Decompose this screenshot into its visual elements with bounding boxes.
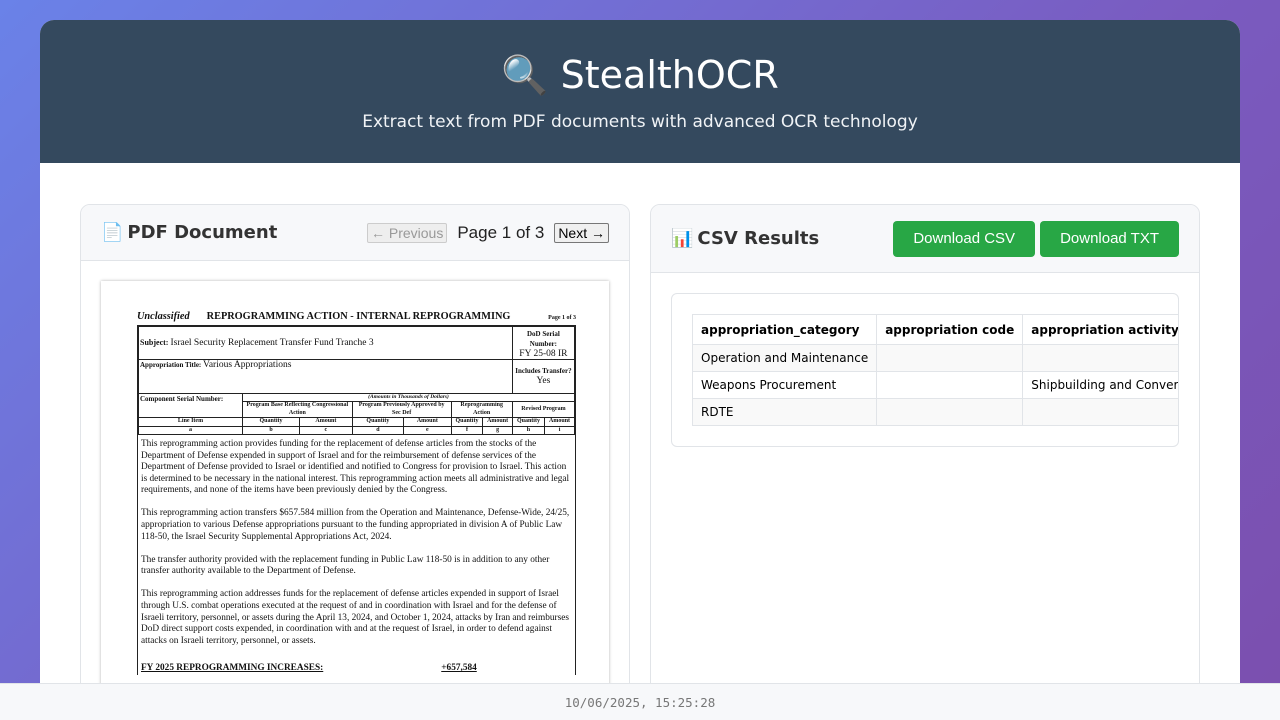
group-header: Program Base Reflecting Congressional Ac…: [242, 401, 353, 418]
column-header: appropriation activity: [1022, 314, 1178, 345]
column-header: appropriation_category: [691, 314, 878, 345]
table-cell: Operation and Maintenance: [691, 344, 878, 372]
column-letter: b: [241, 425, 301, 435]
doc-body: This reprogramming action provides fundi…: [138, 435, 575, 675]
amounts-note: (Amounts in Thousands of Dollars): [242, 392, 575, 402]
group-header: Revised Program: [511, 401, 576, 418]
doc-paragraph: The transfer authority provided with the…: [141, 554, 550, 577]
doc-paragraph: This reprogramming action addresses fund…: [141, 589, 569, 646]
table-cell: [876, 344, 1024, 372]
approp-value: Various Appropriations: [203, 359, 292, 370]
pdf-panel: 📄 PDF Document ← Previous Page 1 of 3 Nex…: [80, 204, 630, 720]
pdf-panel-title: PDF Document: [127, 222, 278, 243]
transfer-value: Yes: [536, 376, 551, 386]
subject-value: Israel Security Replacement Transfer Fun…: [170, 337, 374, 348]
table-cell: Weapons Procurement: [691, 371, 878, 399]
csv-panel: 📊 CSV Results Download CSV Download TXT a…: [650, 204, 1200, 720]
table-cell: [1022, 344, 1178, 372]
quantity-header: Quantity: [241, 417, 301, 427]
pdf-panel-header: 📄 PDF Document ← Previous Page 1 of 3 Nex…: [81, 205, 629, 261]
pdf-page: Unclassified REPROGRAMMING ACTION - INTER…: [101, 281, 609, 701]
table-row: Weapons Procurement Shipbuilding and Conv…: [691, 371, 1178, 399]
amount-header: Amount: [299, 417, 353, 427]
csv-panel-title: CSV Results: [697, 228, 820, 249]
table-cell: [1022, 398, 1178, 426]
doc-paragraph: This reprogramming action provides fundi…: [141, 439, 570, 496]
pdf-viewer[interactable]: Unclassified REPROGRAMMING ACTION - INTER…: [81, 261, 629, 720]
doc-title: REPROGRAMMING ACTION - INTERNAL REPROGRA…: [206, 311, 511, 322]
quantity-header: Quantity: [351, 417, 405, 427]
increases-value: +657,584: [441, 663, 477, 674]
csv-table-container[interactable]: appropriation_category appropriation code…: [671, 293, 1179, 447]
column-letter: f: [450, 425, 484, 435]
app-header: 🔍 StealthOCR Extract text from PDF docum…: [40, 20, 1240, 163]
doc-header-table: Subject: Israel Security Replacement Tra…: [138, 325, 576, 436]
group-header: Program Previously Approved by Sec Def: [351, 401, 452, 418]
doc-form: Subject: Israel Security Replacement Tra…: [137, 324, 576, 675]
subject-label: Subject:: [140, 337, 169, 347]
group-header: Reprogramming Action: [450, 401, 513, 418]
csv-panel-header: 📊 CSV Results Download CSV Download TXT: [651, 205, 1199, 273]
component-label: Component Serial Number:: [138, 392, 243, 418]
previous-page-button[interactable]: ← Previous: [366, 222, 448, 243]
amount-header: Amount: [482, 417, 513, 427]
table-cell: Shipbuilding and Conversion: [1022, 371, 1178, 399]
table-row: RDTEAir: [691, 398, 1178, 426]
column-letters-row: abcdefghi: [138, 425, 575, 435]
dod-value: FY 25-08 IR: [519, 348, 568, 359]
dod-label: DoD Serial Number:: [526, 329, 560, 348]
column-letter: a: [138, 425, 243, 435]
table-cell: [876, 371, 1024, 399]
transfer-label: Includes Transfer?: [515, 367, 572, 375]
approp-label: Appropriation Title:: [140, 360, 202, 369]
next-page-button[interactable]: Next →: [554, 222, 609, 243]
csv-table: appropriation_category appropriation code…: [691, 314, 1178, 426]
column-letter: h: [511, 425, 546, 435]
quantity-header: Quantity: [450, 417, 484, 427]
column-letter: i: [544, 425, 575, 435]
page-navigation: ← Previous Page 1 of 3 Next →: [366, 222, 609, 243]
column-letter: d: [351, 425, 405, 435]
amount-header: Amount: [544, 417, 575, 427]
page-indicator: Page 1 of 3: [457, 222, 545, 242]
document-icon: 📄: [101, 222, 124, 243]
column-letter: e: [403, 425, 452, 435]
amount-header: Amount: [403, 417, 452, 427]
doc-classification: Unclassified: [137, 311, 190, 322]
table-row: Operation and MaintenanceAr: [691, 344, 1178, 372]
quantity-header: Quantity: [511, 417, 546, 427]
table-cell: RDTE: [691, 398, 878, 426]
footer-timestamp: 10/06/2025, 15:25:28: [0, 683, 1280, 720]
column-header: appropriation code: [876, 314, 1024, 345]
table-cell: [876, 398, 1024, 426]
app-container: 🔍 StealthOCR Extract text from PDF docum…: [40, 20, 1240, 720]
download-txt-button[interactable]: Download TXT: [1040, 220, 1179, 257]
app-subtitle: Extract text from PDF documents with adv…: [362, 112, 918, 132]
doc-paragraph: This reprogramming action transfers $657…: [141, 508, 570, 542]
app-title: 🔍 StealthOCR: [501, 53, 779, 97]
doc-page: Page 1 of 3: [548, 315, 576, 321]
column-letter: c: [299, 425, 353, 435]
column-letter: g: [482, 425, 513, 435]
chart-icon: 📊: [671, 228, 694, 249]
increases-label: FY 2025 REPROGRAMMING INCREASES:: [141, 663, 324, 674]
download-csv-button[interactable]: Download CSV: [893, 220, 1036, 257]
line-item-header: Line Item: [138, 417, 243, 427]
